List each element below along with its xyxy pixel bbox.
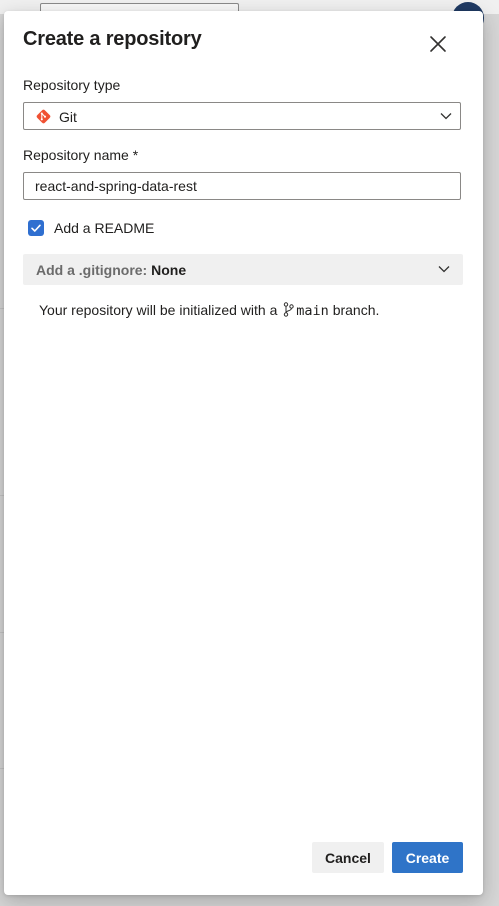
initialization-info: Your repository will be initialized with… bbox=[39, 302, 379, 319]
repository-name-label: Repository name * bbox=[23, 147, 139, 163]
gitignore-value: None bbox=[151, 262, 187, 278]
create-repository-dialog: Create a repository Repository type Git … bbox=[4, 11, 483, 895]
branch-name: main bbox=[296, 303, 329, 319]
repository-name-input[interactable] bbox=[23, 172, 461, 200]
chevron-down-icon bbox=[440, 113, 452, 120]
info-suffix: branch. bbox=[332, 302, 380, 318]
chevron-down-icon bbox=[438, 266, 450, 273]
repository-type-dropdown[interactable]: Git bbox=[23, 102, 461, 130]
git-icon bbox=[36, 109, 51, 124]
create-button[interactable]: Create bbox=[392, 842, 463, 873]
gitignore-dropdown[interactable]: Add a .gitignore: None bbox=[23, 254, 463, 285]
close-icon bbox=[430, 36, 446, 52]
branch-icon bbox=[284, 302, 294, 317]
cancel-button[interactable]: Cancel bbox=[312, 842, 384, 873]
close-button[interactable] bbox=[426, 32, 450, 56]
dialog-title: Create a repository bbox=[23, 28, 202, 50]
add-readme-label: Add a README bbox=[54, 220, 155, 236]
repository-type-value: Git bbox=[59, 109, 77, 125]
checkmark-icon bbox=[31, 224, 41, 232]
repository-type-label: Repository type bbox=[23, 77, 121, 93]
add-readme-checkbox[interactable] bbox=[28, 220, 44, 236]
gitignore-label: Add a .gitignore: bbox=[36, 262, 148, 278]
gitignore-label-group: Add a .gitignore: None bbox=[36, 262, 186, 278]
info-prefix: Your repository will be initialized with… bbox=[39, 302, 278, 318]
